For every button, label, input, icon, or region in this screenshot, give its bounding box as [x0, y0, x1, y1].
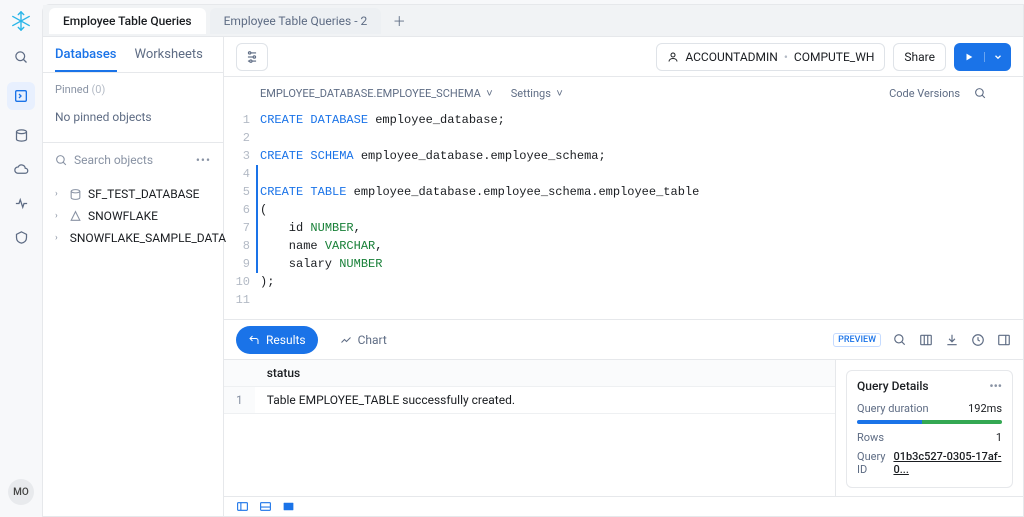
panel-icon[interactable]	[997, 333, 1011, 347]
code-area[interactable]: CREATE DATABASE employee_database; CREAT…	[260, 111, 1023, 309]
history-icon[interactable]	[971, 333, 985, 347]
chevron-right-icon: ›	[55, 189, 63, 199]
worksheets-nav-icon[interactable]	[7, 82, 35, 110]
settings-dropdown[interactable]: Settings ˅	[511, 87, 563, 100]
results-area: Results Chart PREVIEW	[224, 319, 1023, 496]
filter-button[interactable]	[236, 43, 268, 71]
search-icon[interactable]	[974, 87, 987, 100]
pinned-header: Pinned (0)	[43, 73, 223, 106]
object-explorer: Databases Worksheets Pinned (0) No pinne…	[43, 37, 224, 516]
context-bar: EMPLOYEE_DATABASE.EMPLOYEE_SCHEMA ˅ Sett…	[224, 77, 1023, 109]
databases-tab[interactable]: Databases	[55, 47, 117, 72]
share-button[interactable]: Share	[893, 43, 946, 71]
worksheets-tab[interactable]: Worksheets	[135, 47, 203, 72]
database-tree: › SF_TEST_DATABASE › SNOWFLAKE › SNOWFLA…	[43, 177, 223, 255]
user-avatar[interactable]: MO	[8, 479, 34, 505]
admin-nav-icon[interactable]	[12, 228, 30, 246]
chevron-down-icon	[993, 52, 1003, 62]
no-pinned-text: No pinned objects	[43, 106, 223, 142]
sliders-icon	[245, 50, 259, 64]
results-table[interactable]: status 1 Table EMPLOYEE_TABLE successful…	[224, 360, 835, 496]
snowflake-logo-icon	[10, 10, 32, 32]
chart-icon	[340, 334, 352, 346]
tree-item[interactable]: › SNOWFLAKE_SAMPLE_DATA	[51, 227, 215, 249]
code-versions-button[interactable]: Code Versions	[889, 87, 960, 100]
columns-icon[interactable]	[919, 333, 933, 347]
table-row[interactable]: 1 Table EMPLOYEE_TABLE successfully crea…	[224, 387, 835, 414]
role-warehouse-selector[interactable]: ACCOUNTADMIN • COMPUTE_WH	[656, 43, 885, 71]
chevron-right-icon: ›	[55, 233, 58, 243]
line-gutter: 1234567891011	[224, 111, 260, 309]
bottom-layout-strip	[224, 496, 1023, 516]
search-icon[interactable]	[893, 333, 907, 347]
cloud-nav-icon[interactable]	[12, 160, 30, 178]
activity-nav-icon[interactable]	[12, 194, 30, 212]
tree-item[interactable]: › SNOWFLAKE	[51, 205, 215, 227]
worksheet-toolbar: ACCOUNTADMIN • COMPUTE_WH Share	[224, 37, 1023, 77]
tree-item[interactable]: › SF_TEST_DATABASE	[51, 183, 215, 205]
run-button[interactable]	[954, 43, 1011, 71]
add-tab-button[interactable]: ＋	[385, 11, 413, 30]
chevron-right-icon: ›	[55, 211, 63, 221]
query-id-link[interactable]: 01b3c527-0305-17af-0...	[893, 450, 1002, 476]
results-tab[interactable]: Results	[236, 326, 318, 354]
worksheet-tab-strip: Employee Table Queries Employee Table Qu…	[43, 5, 1023, 37]
worksheet-tab[interactable]: Employee Table Queries	[49, 8, 206, 34]
search-objects-input[interactable]: Search objects	[74, 153, 153, 167]
app-icon	[69, 210, 82, 223]
search-icon	[55, 154, 68, 167]
layout-bottom-icon[interactable]	[259, 500, 272, 513]
left-rail: MO	[0, 0, 42, 517]
return-icon	[248, 334, 260, 346]
search-icon[interactable]	[12, 48, 30, 66]
query-details-title: Query Details	[857, 379, 929, 393]
search-more-button[interactable]: •••	[196, 153, 211, 167]
details-more-button[interactable]: •••	[989, 379, 1002, 393]
column-header[interactable]: status	[255, 360, 835, 387]
query-details-panel: Query Details ••• Query duration192ms Ro…	[835, 360, 1023, 496]
chart-tab[interactable]: Chart	[328, 326, 399, 354]
sql-editor[interactable]: 1234567891011 CREATE DATABASE employee_d…	[224, 109, 1023, 319]
preview-badge: PREVIEW	[833, 333, 881, 347]
main-panel: Employee Table Queries Employee Table Qu…	[42, 4, 1024, 517]
user-icon	[667, 51, 679, 63]
layout-left-icon[interactable]	[236, 500, 249, 513]
database-icon	[69, 188, 82, 201]
download-icon[interactable]	[945, 333, 959, 347]
play-icon	[964, 52, 974, 62]
data-nav-icon[interactable]	[12, 126, 30, 144]
layout-full-icon[interactable]	[282, 500, 295, 513]
schema-context-selector[interactable]: EMPLOYEE_DATABASE.EMPLOYEE_SCHEMA ˅	[260, 87, 493, 100]
worksheet-tab[interactable]: Employee Table Queries - 2	[210, 8, 382, 34]
